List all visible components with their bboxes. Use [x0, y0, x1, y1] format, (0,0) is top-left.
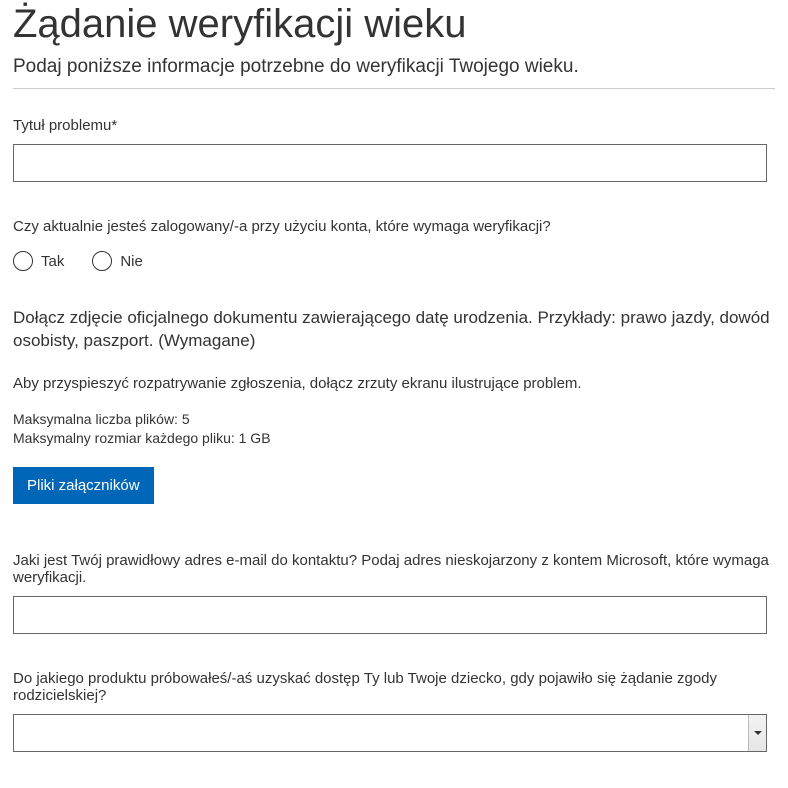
max-size-text: Maksymalny rozmiar każdego pliku: 1 GB — [13, 429, 775, 449]
radio-yes[interactable]: Tak — [13, 251, 64, 271]
attachment-helper: Aby przyspieszyć rozpatrywanie zgłoszeni… — [13, 375, 775, 392]
email-input[interactable] — [13, 596, 767, 634]
max-files-text: Maksymalna liczba plików: 5 — [13, 410, 775, 430]
radio-yes-label: Tak — [41, 253, 64, 270]
radio-circle-icon — [13, 251, 33, 271]
problem-title-input[interactable] — [13, 144, 767, 182]
attachment-heading: Dołącz zdjęcie oficjalnego dokumentu zaw… — [13, 307, 775, 353]
product-label: Do jakiego produktu próbowałeś/-aś uzysk… — [13, 670, 775, 704]
page-subtitle: Podaj poniższe informacje potrzebne do w… — [13, 56, 775, 89]
product-select[interactable] — [13, 714, 767, 752]
logged-in-label: Czy aktualnie jesteś zalogowany/-a przy … — [13, 218, 775, 235]
radio-no-label: Nie — [120, 253, 143, 270]
logged-in-radio-group: Tak Nie — [13, 251, 775, 271]
attach-files-button[interactable]: Pliki załączników — [13, 467, 154, 504]
email-label: Jaki jest Twój prawidłowy adres e-mail d… — [13, 552, 775, 586]
file-info: Maksymalna liczba plików: 5 Maksymalny r… — [13, 410, 775, 449]
problem-title-label: Tytuł problemu* — [13, 117, 775, 134]
radio-no[interactable]: Nie — [92, 251, 143, 271]
page-title: Żądanie weryfikacji wieku — [13, 0, 775, 48]
radio-circle-icon — [92, 251, 112, 271]
